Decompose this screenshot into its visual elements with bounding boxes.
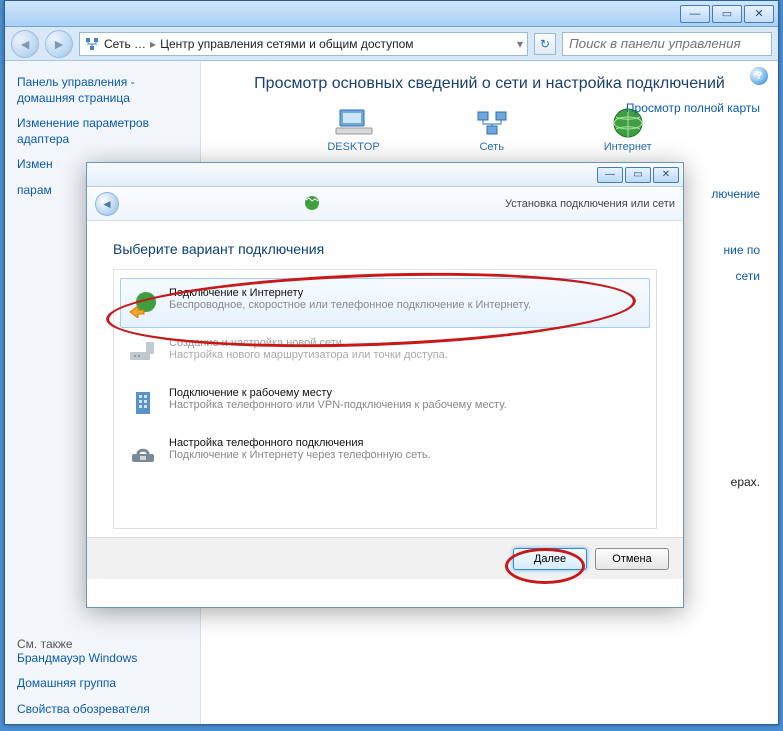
- option-dialup[interactable]: Настройка телефонного подключения Подклю…: [120, 428, 650, 478]
- wizard-maximize-button[interactable]: ▭: [625, 167, 651, 183]
- minimize-button[interactable]: —: [680, 5, 710, 23]
- breadcrumb[interactable]: Сеть … ▸ Центр управления сетями и общим…: [79, 32, 528, 56]
- address-bar: ◄ ► Сеть … ▸ Центр управления сетями и о…: [5, 27, 778, 61]
- window-titlebar: — ▭ ✕: [5, 1, 778, 27]
- wizard-body: Выберите вариант подключения Подключение…: [87, 221, 683, 537]
- breadcrumb-root[interactable]: Сеть …: [102, 37, 148, 51]
- breadcrumb-current[interactable]: Центр управления сетями и общим доступом: [158, 37, 416, 51]
- help-icon[interactable]: ?: [750, 67, 768, 85]
- nav-forward-button[interactable]: ►: [45, 30, 73, 58]
- next-button[interactable]: Далее: [513, 548, 587, 570]
- wizard-header: ◄ Установка подключения или сети: [87, 187, 683, 221]
- wizard-title: Установка подключения или сети: [505, 198, 675, 210]
- option-new-network[interactable]: Создание и настройка новой сети Настройк…: [120, 328, 650, 378]
- sidebar-firewall[interactable]: Брандмауэр Windows: [17, 651, 188, 667]
- option-new-network-title: Создание и настройка новой сети: [169, 337, 448, 349]
- maximize-button[interactable]: ▭: [712, 5, 742, 23]
- refresh-button[interactable]: ↻: [534, 33, 556, 55]
- netnode-network-label: Сеть: [479, 141, 503, 153]
- option-dialup-title: Настройка телефонного подключения: [169, 437, 431, 449]
- option-internet-desc: Беспроводное, скоростное или телефонное …: [169, 299, 531, 311]
- page-title: Просмотр основных сведений о сети и наст…: [219, 75, 760, 93]
- netnode-desktop[interactable]: DESKTOP: [327, 107, 379, 153]
- search-input[interactable]: [569, 36, 765, 51]
- chevron-down-icon[interactable]: ▾: [517, 37, 523, 51]
- connection-options: Подключение к Интернету Беспроводное, ск…: [113, 269, 657, 529]
- wizard-close-button[interactable]: ✕: [653, 167, 679, 183]
- option-new-network-desc: Настройка нового маршрутизатора или точк…: [169, 349, 448, 361]
- wizard-back-button[interactable]: ◄: [95, 192, 119, 216]
- search-box[interactable]: [562, 32, 772, 56]
- nav-back-button[interactable]: ◄: [11, 30, 39, 58]
- chevron-right-icon: ▸: [150, 37, 156, 51]
- building-icon: [127, 387, 159, 419]
- globe-arrow-icon: [127, 287, 159, 319]
- sidebar-see-also-label: См. также: [17, 637, 188, 651]
- computer-icon: [332, 107, 376, 139]
- wizard-heading: Выберите вариант подключения: [113, 241, 657, 257]
- wizard-titlebar: — ▭ ✕: [87, 163, 683, 187]
- phone-icon: [127, 437, 159, 469]
- option-workplace-desc: Настройка телефонного или VPN-подключени…: [169, 399, 507, 411]
- wizard-icon: [303, 194, 321, 212]
- option-internet[interactable]: Подключение к Интернету Беспроводное, ск…: [120, 278, 650, 328]
- netnode-network[interactable]: Сеть: [470, 107, 514, 153]
- wizard-dialog: — ▭ ✕ ◄ Установка подключения или сети В…: [86, 162, 684, 608]
- netnode-desktop-label: DESKTOP: [327, 141, 379, 153]
- sidebar-homegroup[interactable]: Домашняя группа: [17, 676, 188, 692]
- router-icon: [127, 337, 159, 369]
- option-internet-title: Подключение к Интернету: [169, 287, 531, 299]
- sidebar-adapter-settings[interactable]: Изменение параметров адаптера: [17, 116, 188, 147]
- cancel-button[interactable]: Отмена: [595, 548, 669, 570]
- network-hub-icon: [470, 107, 514, 139]
- close-button[interactable]: ✕: [744, 5, 774, 23]
- wizard-minimize-button[interactable]: —: [597, 167, 623, 183]
- option-workplace-title: Подключение к рабочему месту: [169, 387, 507, 399]
- sidebar-browser-props[interactable]: Свойства обозревателя: [17, 702, 188, 718]
- option-dialup-desc: Подключение к Интернету через телефонную…: [169, 449, 431, 461]
- link-view-map[interactable]: Просмотр полной карты: [610, 101, 760, 115]
- network-icon: [84, 36, 100, 52]
- sidebar-cp-home[interactable]: Панель управления - домашняя страница: [17, 75, 188, 106]
- wizard-footer: Далее Отмена: [87, 537, 683, 579]
- option-workplace[interactable]: Подключение к рабочему месту Настройка т…: [120, 378, 650, 428]
